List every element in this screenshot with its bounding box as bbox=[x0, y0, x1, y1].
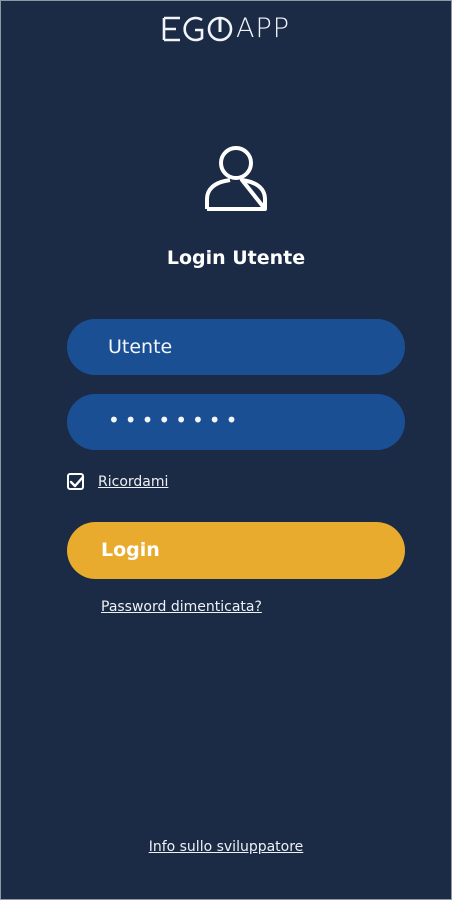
logo-text: APP bbox=[235, 13, 291, 44]
user-icon bbox=[205, 146, 267, 211]
developer-info-link[interactable]: Info sullo sviluppatore bbox=[1, 839, 451, 855]
remember-label[interactable]: Ricordami bbox=[98, 474, 168, 490]
login-screen: APP Login Utente Utente •••••••• Ricorda… bbox=[0, 0, 452, 900]
password-field[interactable]: •••••••• bbox=[67, 394, 405, 450]
remember-me[interactable]: Ricordami bbox=[67, 473, 168, 490]
username-value: Utente bbox=[108, 336, 173, 358]
login-title: Login Utente bbox=[166, 247, 306, 269]
checkbox-checked-icon[interactable] bbox=[67, 473, 85, 490]
app-logo: APP bbox=[1, 13, 451, 53]
login-button[interactable]: Login bbox=[67, 522, 405, 579]
password-value: •••••••• bbox=[108, 408, 243, 432]
username-field[interactable]: Utente bbox=[67, 319, 405, 375]
ego-logo-icon bbox=[162, 16, 233, 41]
login-button-label: Login bbox=[101, 539, 160, 561]
forgot-password-link[interactable]: Password dimenticata? bbox=[101, 599, 262, 615]
